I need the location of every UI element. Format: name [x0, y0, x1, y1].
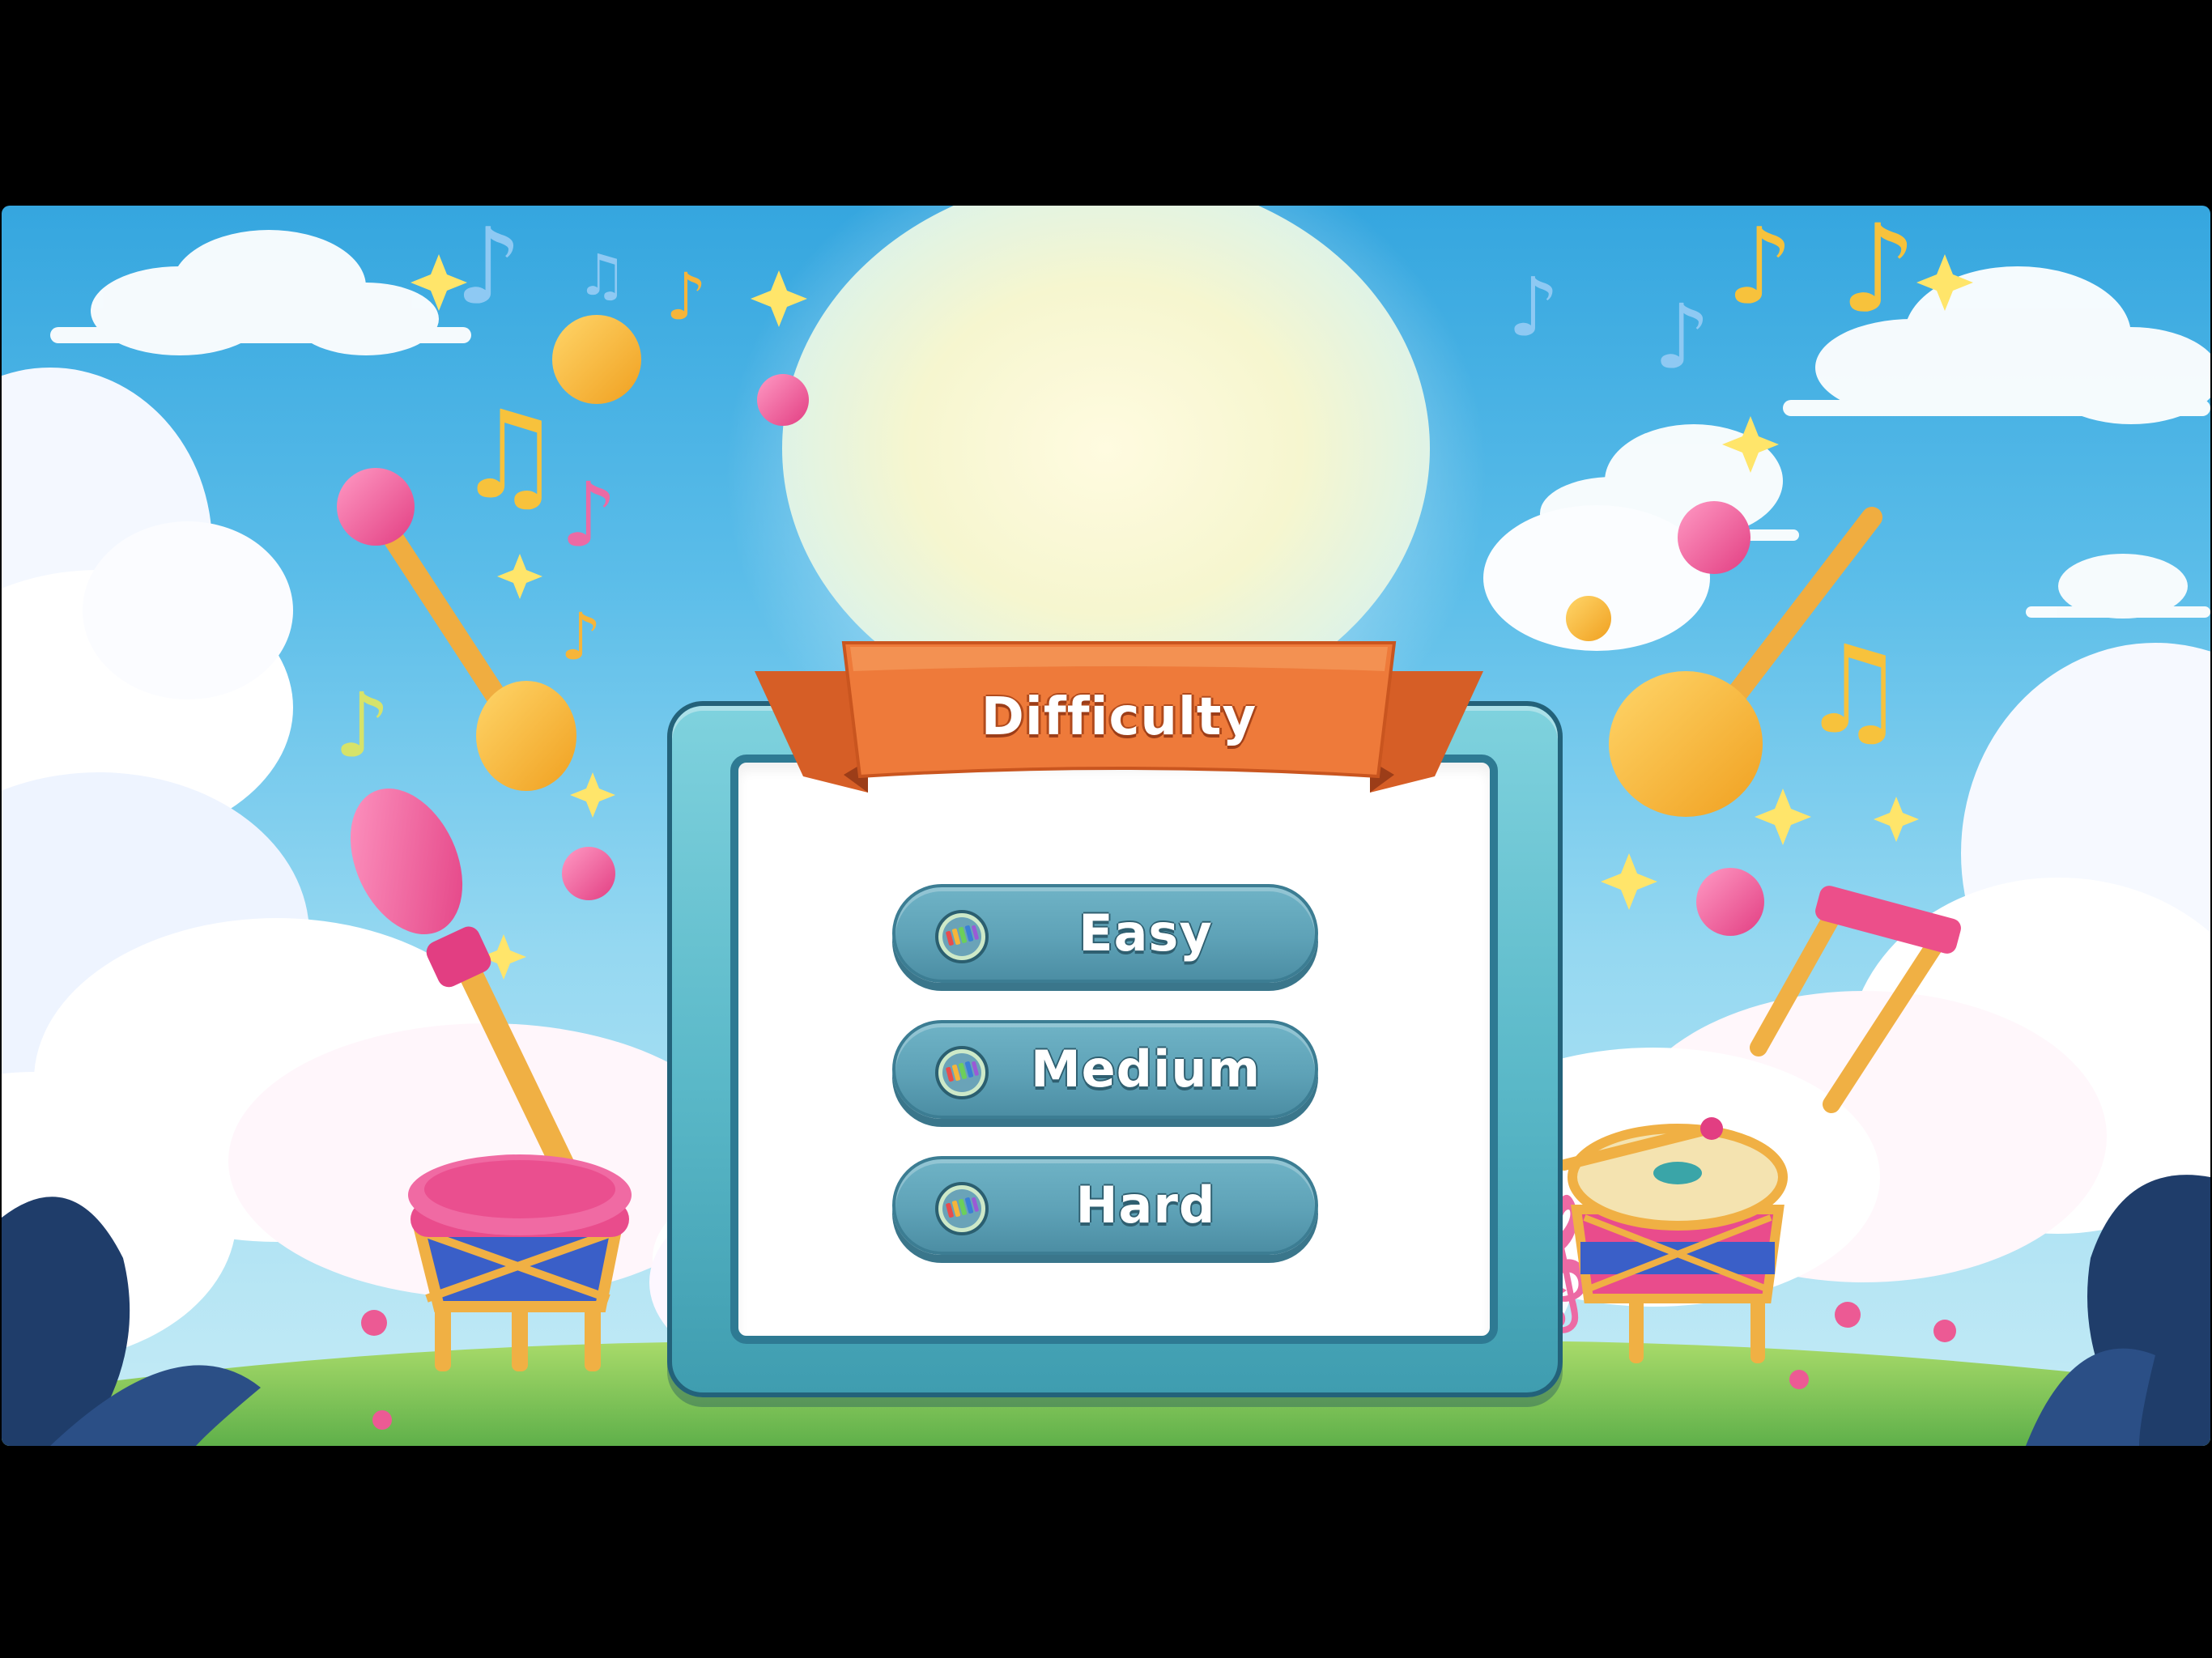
xylophone-icon [934, 1181, 989, 1236]
easy-label: Easy [1078, 903, 1213, 963]
xylophone-icon [934, 1045, 989, 1100]
easy-button[interactable]: Easy [892, 884, 1318, 983]
svg-text:♫: ♫ [455, 385, 564, 526]
svg-text:♪: ♪ [334, 674, 390, 777]
svg-text:♪: ♪ [560, 463, 617, 567]
xylophone-icon [934, 909, 989, 964]
svg-text:♫: ♫ [576, 242, 627, 308]
svg-text:♪: ♪ [1726, 206, 1793, 328]
title-ribbon: Difficulty [755, 639, 1483, 801]
svg-text:♪: ♪ [1508, 260, 1559, 355]
drum-right [1559, 1117, 1788, 1363]
game-screen: ♪ ♫ ♪ ♫ ♪ ♪ ♪ ♪ ♪ ♪ ♪ ♫ 𝄞 [0, 0, 2212, 1658]
svg-text:♪: ♪ [560, 599, 602, 674]
medium-button[interactable]: Medium [892, 1020, 1318, 1119]
drum-left [408, 1154, 632, 1371]
medium-label: Medium [1030, 1039, 1261, 1099]
hard-label: Hard [1075, 1175, 1216, 1235]
svg-text:♪: ♪ [1840, 206, 1917, 340]
difficulty-scene: ♪ ♫ ♪ ♫ ♪ ♪ ♪ ♪ ♪ ♪ ♪ ♫ 𝄞 [2, 206, 2210, 1446]
svg-text:♪: ♪ [455, 206, 522, 328]
hard-button[interactable]: Hard [892, 1156, 1318, 1255]
svg-text:♫: ♫ [1799, 620, 1908, 761]
svg-text:♪: ♪ [1653, 285, 1710, 389]
dialog-title: Difficulty [981, 687, 1257, 747]
svg-text:♪: ♪ [666, 259, 707, 334]
